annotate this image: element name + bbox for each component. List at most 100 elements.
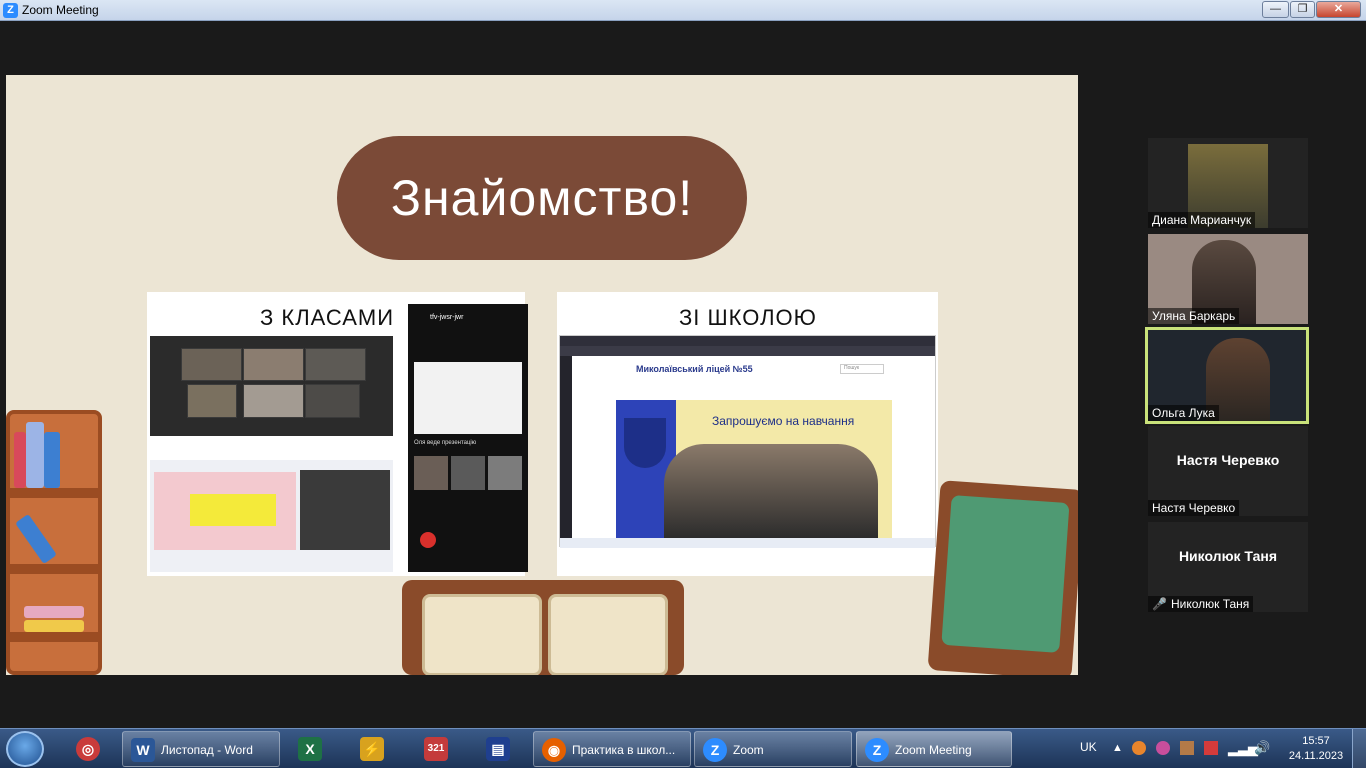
video-thumbnail	[414, 456, 448, 490]
shelf-board	[10, 488, 102, 498]
maximize-button[interactable]: ❐	[1290, 1, 1315, 18]
chalkboard-surface	[941, 495, 1070, 653]
phone-hangup-icon	[420, 532, 436, 548]
taskbar-save-app[interactable]: ▤	[472, 731, 524, 767]
chair-cushion	[548, 594, 668, 675]
slide-title: Знайомство!	[337, 136, 747, 260]
inner-taskbar	[560, 538, 935, 548]
zoom-app-icon: Z	[3, 3, 18, 18]
taskbar-item-label: Листопад - Word	[161, 743, 253, 757]
clock-date: 24.11.2023	[1288, 750, 1344, 762]
close-button[interactable]: ✕	[1316, 1, 1361, 18]
school-card-label: ЗІ ШКОЛОЮ	[679, 305, 817, 330]
shared-screen: Знайомство! З КЛАСАМИ tfv-jwsr-jwr Оля в	[6, 75, 1078, 675]
zoom-icon: Z	[865, 738, 889, 762]
phone-meeting-id: tfv-jwsr-jwr	[430, 314, 464, 321]
participant-name: Николюк Таня	[1170, 597, 1250, 611]
video-thumbnail	[181, 348, 242, 381]
taskbar-zoom[interactable]: Z Zoom	[694, 731, 852, 767]
participant-name: Диана Марианчук	[1148, 212, 1256, 228]
chrome-pinned-icon[interactable]: ◎	[66, 731, 114, 767]
school-website-screenshot: Миколаївський ліцей №55 Пошук Запрошуємо…	[559, 335, 936, 548]
taskbar-item-label: Практика в школ...	[572, 743, 676, 757]
participant-name: Ольга Лука	[1148, 405, 1219, 421]
mic-muted-icon: 🎤	[1152, 597, 1167, 611]
show-desktop-button[interactable]	[1352, 729, 1366, 768]
counter-icon: 321	[424, 737, 448, 761]
book	[26, 422, 44, 488]
language-indicator[interactable]: UK	[1080, 740, 1097, 768]
clock[interactable]: 15:57 24.11.2023	[1286, 734, 1346, 764]
browser-tabs	[560, 336, 935, 346]
phone-shared-slide	[414, 362, 522, 434]
save-icon: ▤	[486, 737, 510, 761]
taskbar-word[interactable]: W Листопад - Word	[122, 731, 280, 767]
book	[15, 513, 57, 565]
zoom-icon: Z	[703, 738, 727, 762]
browser-address-bar	[560, 346, 935, 356]
excel-icon: X	[298, 737, 322, 761]
taskbar-counter[interactable]: 321	[410, 731, 462, 767]
book	[24, 620, 84, 632]
site-content: Миколаївський ліцей №55 Пошук Запрошуємо…	[616, 356, 892, 538]
shelf-board	[10, 632, 102, 642]
classes-card-label: З КЛАСАМИ	[260, 305, 395, 330]
video-thumbnail	[305, 348, 366, 381]
presentation-screenshot	[150, 460, 393, 572]
browser-icon: ◎	[76, 737, 100, 761]
video-thumbnail	[488, 456, 522, 490]
video-thumbnail	[305, 384, 360, 418]
participant-tile[interactable]: Николюк Таня 🎤 Николюк Таня	[1148, 522, 1308, 612]
zoom-screenshot	[150, 336, 393, 436]
taskbar-item-label: Zoom Meeting	[895, 743, 972, 757]
participant-tile[interactable]: Диана Марианчук	[1148, 138, 1308, 228]
tray-app-icon[interactable]	[1180, 741, 1194, 755]
start-button[interactable]	[6, 731, 44, 767]
minimize-button[interactable]: —	[1262, 1, 1289, 18]
video-thumbnail	[243, 384, 304, 418]
phone-screenshot: tfv-jwsr-jwr Оля веде презентацію	[408, 304, 528, 572]
students-photo	[664, 444, 878, 538]
site-search-input: Пошук	[840, 364, 884, 374]
taskbar-firefox[interactable]: ◉ Практика в школ...	[533, 731, 691, 767]
school-card: ЗІ ШКОЛОЮ Миколаївський ліцей №55 Пошук …	[557, 292, 938, 576]
school-name: Миколаївський ліцей №55	[636, 364, 753, 374]
tray-app-icon[interactable]	[1156, 741, 1170, 755]
video-thumbnail	[187, 384, 237, 418]
classes-card: З КЛАСАМИ tfv-jwsr-jwr Оля веде презента…	[147, 292, 528, 576]
show-hidden-icons-icon[interactable]: ▲	[1112, 742, 1123, 768]
participant-display-name: Настя Черевко	[1176, 452, 1280, 468]
word-icon: W	[131, 738, 155, 762]
banner-text: Запрошуємо на навчання	[712, 414, 855, 428]
clock-time: 15:57	[1302, 735, 1330, 747]
chair-cushion	[422, 594, 542, 675]
highlighted-text	[190, 494, 276, 526]
browser-sidebar	[560, 356, 572, 538]
tray-app-icon[interactable]	[1132, 741, 1146, 755]
participant-name: Уляна Баркарь	[1148, 308, 1240, 324]
participant-tile[interactable]: Настя Черевко Настя Черевко	[1148, 426, 1308, 516]
participant-name: Настя Черевко	[1148, 500, 1240, 516]
participant-display-name: Николюк Таня	[1178, 548, 1278, 564]
chair-decoration	[402, 580, 684, 675]
book	[44, 432, 60, 488]
window-title: Zoom Meeting	[22, 3, 99, 17]
windows-taskbar: ◎ W Листопад - Word X ⚡ 321 ▤ ◉ Практика…	[0, 728, 1366, 768]
taskbar-excel[interactable]: X	[286, 731, 338, 767]
site-banner: Запрошуємо на навчання	[616, 400, 892, 538]
volume-icon[interactable]: 🔊	[1254, 740, 1270, 768]
tool-icon: ⚡	[360, 737, 384, 761]
firefox-icon: ◉	[542, 738, 566, 762]
taskbar-tool[interactable]: ⚡	[346, 731, 398, 767]
participant-grid	[300, 470, 390, 550]
participant-tile-active-speaker[interactable]: Ольга Лука	[1145, 327, 1309, 424]
chalkboard-decoration	[927, 480, 1078, 675]
video-thumbnail	[451, 456, 485, 490]
taskbar-zoom-meeting[interactable]: Z Zoom Meeting	[856, 731, 1012, 767]
taskbar-item-label: Zoom	[733, 743, 764, 757]
tray-app-icon[interactable]	[1204, 741, 1218, 755]
book	[14, 432, 26, 488]
participant-tile[interactable]: Уляна Баркарь	[1148, 234, 1308, 324]
school-crest-icon	[624, 418, 666, 468]
title-bar: Z Zoom Meeting — ❐ ✕	[0, 0, 1366, 21]
